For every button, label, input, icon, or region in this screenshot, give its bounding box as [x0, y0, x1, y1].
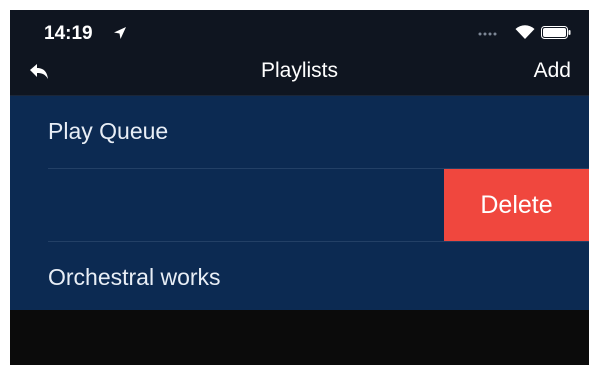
playlist-label: Play Queue [48, 118, 169, 144]
playlist-row-orchestral-works[interactable]: Orchestral works [10, 242, 589, 314]
empty-area [10, 310, 589, 365]
page-title: Playlists [260, 59, 339, 82]
add-button[interactable]: Add [534, 59, 571, 83]
delete-button[interactable]: Delete [444, 169, 589, 241]
signal-dots-icon [478, 32, 497, 36]
playlist-list: Play Queue ist Delete Orchestral works [10, 96, 589, 310]
playlist-label: Orchestral works [48, 264, 221, 290]
playlist-row-play-queue[interactable]: Play Queue [10, 96, 589, 168]
status-bar: 14:19 [10, 10, 589, 50]
battery-icon [541, 26, 571, 39]
phone-screen: 14:19 Playlists Add Play Queue Delete Or… [10, 10, 589, 365]
location-arrow-icon [114, 27, 126, 39]
navigation-bar: Playlists Add [10, 50, 589, 96]
wifi-icon [515, 25, 535, 39]
status-time: 14:19 [44, 23, 93, 44]
playlist-row-swiped[interactable]: ist Delete [10, 169, 589, 241]
